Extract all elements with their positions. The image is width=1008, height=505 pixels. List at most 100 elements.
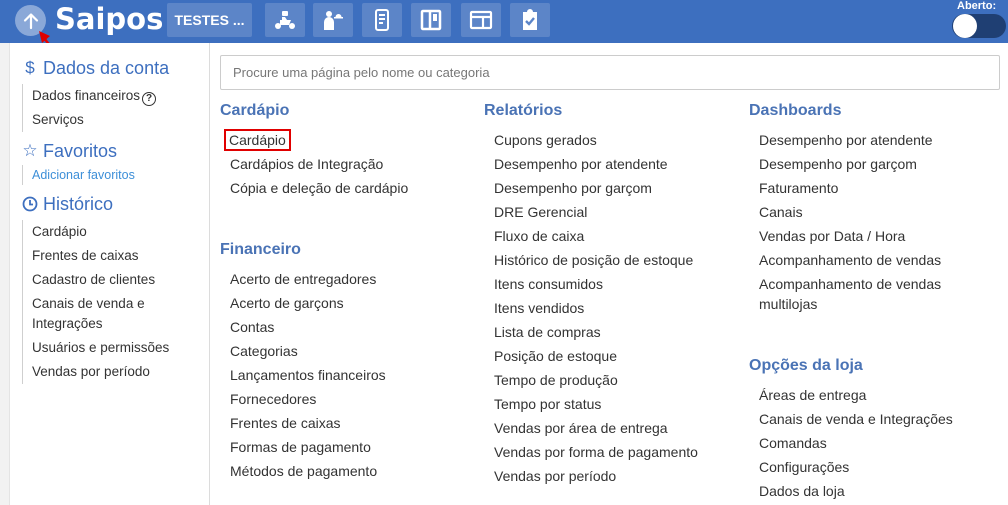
menu-link[interactable]: Frentes de caixas xyxy=(230,411,386,435)
menu-link[interactable]: Canais xyxy=(759,200,959,224)
menu-link[interactable]: Acerto de garçons xyxy=(230,291,386,315)
menu-link[interactable]: Acompanhamento de vendas multilojas xyxy=(759,272,959,316)
category-list: Acerto de entregadores Acerto de garçons… xyxy=(230,267,386,483)
history-list: Cardápio Frentes de caixas Cadastro de c… xyxy=(22,220,173,384)
delivery-tool-button[interactable] xyxy=(265,3,305,37)
menu-link[interactable]: Posição de estoque xyxy=(494,344,698,368)
menu-link[interactable]: Cardápios de Integração xyxy=(230,152,408,176)
category-dashboards: Dashboards Desempenho por atendente Dese… xyxy=(749,100,959,316)
help-icon[interactable]: ? xyxy=(142,92,157,106)
history-section-header: Histórico xyxy=(22,192,173,216)
sidebar: $ Dados da conta Dados financeiros? Serv… xyxy=(0,43,210,505)
menu-link[interactable]: Desempenho por atendente xyxy=(494,152,698,176)
phone-order-tool-button[interactable] xyxy=(362,3,402,37)
category-title: Financeiro xyxy=(220,241,301,258)
sidebar-item-history[interactable]: Cardápio xyxy=(23,220,173,244)
dollar-icon: $ xyxy=(25,58,35,77)
saipos-logo: Saipos xyxy=(55,2,164,36)
menu-link[interactable]: Tempo de produção xyxy=(494,368,698,392)
menu-link[interactable]: Acerto de entregadores xyxy=(230,267,386,291)
category-list: Desempenho por atendente Desempenho por … xyxy=(759,128,959,316)
menu-link[interactable]: Lista de compras xyxy=(494,320,698,344)
waiter-tool-button[interactable] xyxy=(313,3,353,37)
clipboard-check-icon xyxy=(523,9,537,30)
menu-link[interactable]: Desempenho por garçom xyxy=(494,176,698,200)
category-list: Cardápio Cardápios de Integração Cópia e… xyxy=(224,128,408,200)
account-section-header: $ Dados da conta xyxy=(22,56,169,80)
top-bar: Saipos TESTES ... Aberto: xyxy=(0,0,1008,43)
menu-link[interactable]: Contas xyxy=(230,315,386,339)
menu-link[interactable]: Vendas por Data / Hora xyxy=(759,224,959,248)
menu-link[interactable]: Fornecedores xyxy=(230,387,386,411)
checklist-tool-button[interactable] xyxy=(510,3,550,37)
search-input[interactable] xyxy=(220,55,1000,90)
kanban-tool-button[interactable] xyxy=(411,3,451,37)
sidebar-item-financial-data[interactable]: Dados financeiros? xyxy=(23,84,169,108)
menu-link[interactable]: Fluxo de caixa xyxy=(494,224,698,248)
store-selector-button[interactable]: TESTES ... xyxy=(167,3,252,37)
history-section: Histórico Cardápio Frentes de caixas Cad… xyxy=(22,192,173,384)
sidebar-item-services[interactable]: Serviços xyxy=(23,108,169,132)
menu-link[interactable]: Dados da loja xyxy=(759,479,953,503)
sidebar-item-label: Dados financeiros xyxy=(32,88,141,103)
menu-link[interactable]: Desempenho por atendente xyxy=(759,128,959,152)
menu-link[interactable]: Vendas por período xyxy=(494,464,698,488)
category-title: Opções da loja xyxy=(749,357,863,374)
menu-link[interactable]: Categorias xyxy=(230,339,386,363)
menu-link[interactable]: Itens vendidos xyxy=(494,296,698,320)
star-icon: ☆ xyxy=(22,141,38,160)
menu-link[interactable]: Desempenho por garçom xyxy=(759,152,959,176)
layout-tool-button[interactable] xyxy=(461,3,501,37)
add-favorites-link[interactable]: Adicionar favoritos xyxy=(23,165,135,185)
clock-icon xyxy=(22,196,38,212)
menu-link[interactable]: Lançamentos financeiros xyxy=(230,363,386,387)
category-title: Cardápio xyxy=(220,102,290,119)
menu-link[interactable]: Faturamento xyxy=(759,176,959,200)
history-section-title: Histórico xyxy=(43,193,114,214)
category-list: Cupons gerados Desempenho por atendente … xyxy=(494,128,698,488)
category-title: Relatórios xyxy=(484,102,563,119)
sidebar-item-history[interactable]: Cadastro de clientes xyxy=(23,268,173,292)
menu-link[interactable]: Tempo por status xyxy=(494,392,698,416)
category-title: Dashboards xyxy=(749,102,842,119)
menu-link[interactable]: Cardápio xyxy=(224,128,408,152)
scroll-up-button[interactable] xyxy=(15,5,46,36)
menu-link[interactable]: Formas de pagamento xyxy=(230,435,386,459)
sidebar-item-history[interactable]: Vendas por período xyxy=(23,360,173,384)
store-open-toggle[interactable] xyxy=(952,14,1006,38)
toggle-knob xyxy=(953,14,977,38)
account-section-title: Dados da conta xyxy=(43,57,170,78)
menu-link[interactable]: Itens consumidos xyxy=(494,272,698,296)
menu-link[interactable]: Áreas de entrega xyxy=(759,383,953,407)
category-financeiro: Financeiro Acerto de entregadores Acerto… xyxy=(220,239,386,483)
sidebar-item-history[interactable]: Canais de venda e Integrações xyxy=(23,292,173,336)
menu-link[interactable]: Métodos de pagamento xyxy=(230,459,386,483)
account-section: $ Dados da conta Dados financeiros? Serv… xyxy=(22,56,169,132)
menu-link[interactable]: DRE Gerencial xyxy=(494,200,698,224)
highlighted-menu-link[interactable]: Cardápio xyxy=(224,129,291,151)
account-list: Dados financeiros? Serviços xyxy=(22,84,169,132)
phone-order-icon xyxy=(375,9,389,31)
favorites-list: Adicionar favoritos xyxy=(22,165,135,185)
menu-link[interactable]: Cópia e deleção de cardápio xyxy=(230,176,408,200)
favorites-section: ☆ Favoritos Adicionar favoritos xyxy=(22,139,135,185)
arrow-up-icon xyxy=(23,12,38,29)
menu-link[interactable]: Acompanhamento de vendas xyxy=(759,248,959,272)
menu-link[interactable]: Configurações xyxy=(759,455,953,479)
favorites-section-title: Favoritos xyxy=(43,140,118,161)
category-opcoes-loja: Opções da loja Áreas de entrega Canais d… xyxy=(749,355,953,503)
menu-link[interactable]: Histórico de posição de estoque xyxy=(494,248,698,272)
sidebar-item-history[interactable]: Usuários e permissões xyxy=(23,336,173,360)
sidebar-item-history[interactable]: Frentes de caixas xyxy=(23,244,173,268)
kanban-icon xyxy=(420,9,442,31)
layout-icon xyxy=(469,10,493,30)
menu-link[interactable]: Vendas por área de entrega xyxy=(494,416,698,440)
menu-link[interactable]: Cupons gerados xyxy=(494,128,698,152)
category-list: Áreas de entrega Canais de venda e Integ… xyxy=(759,383,953,503)
sidebar-edge xyxy=(0,43,10,505)
category-cardapio: Cardápio Cardápio Cardápios de Integraçã… xyxy=(220,100,408,200)
waiter-icon xyxy=(324,11,343,30)
menu-link[interactable]: Canais de venda e Integrações xyxy=(759,407,953,431)
menu-link[interactable]: Vendas por forma de pagamento xyxy=(494,440,698,464)
menu-link[interactable]: Comandas xyxy=(759,431,953,455)
